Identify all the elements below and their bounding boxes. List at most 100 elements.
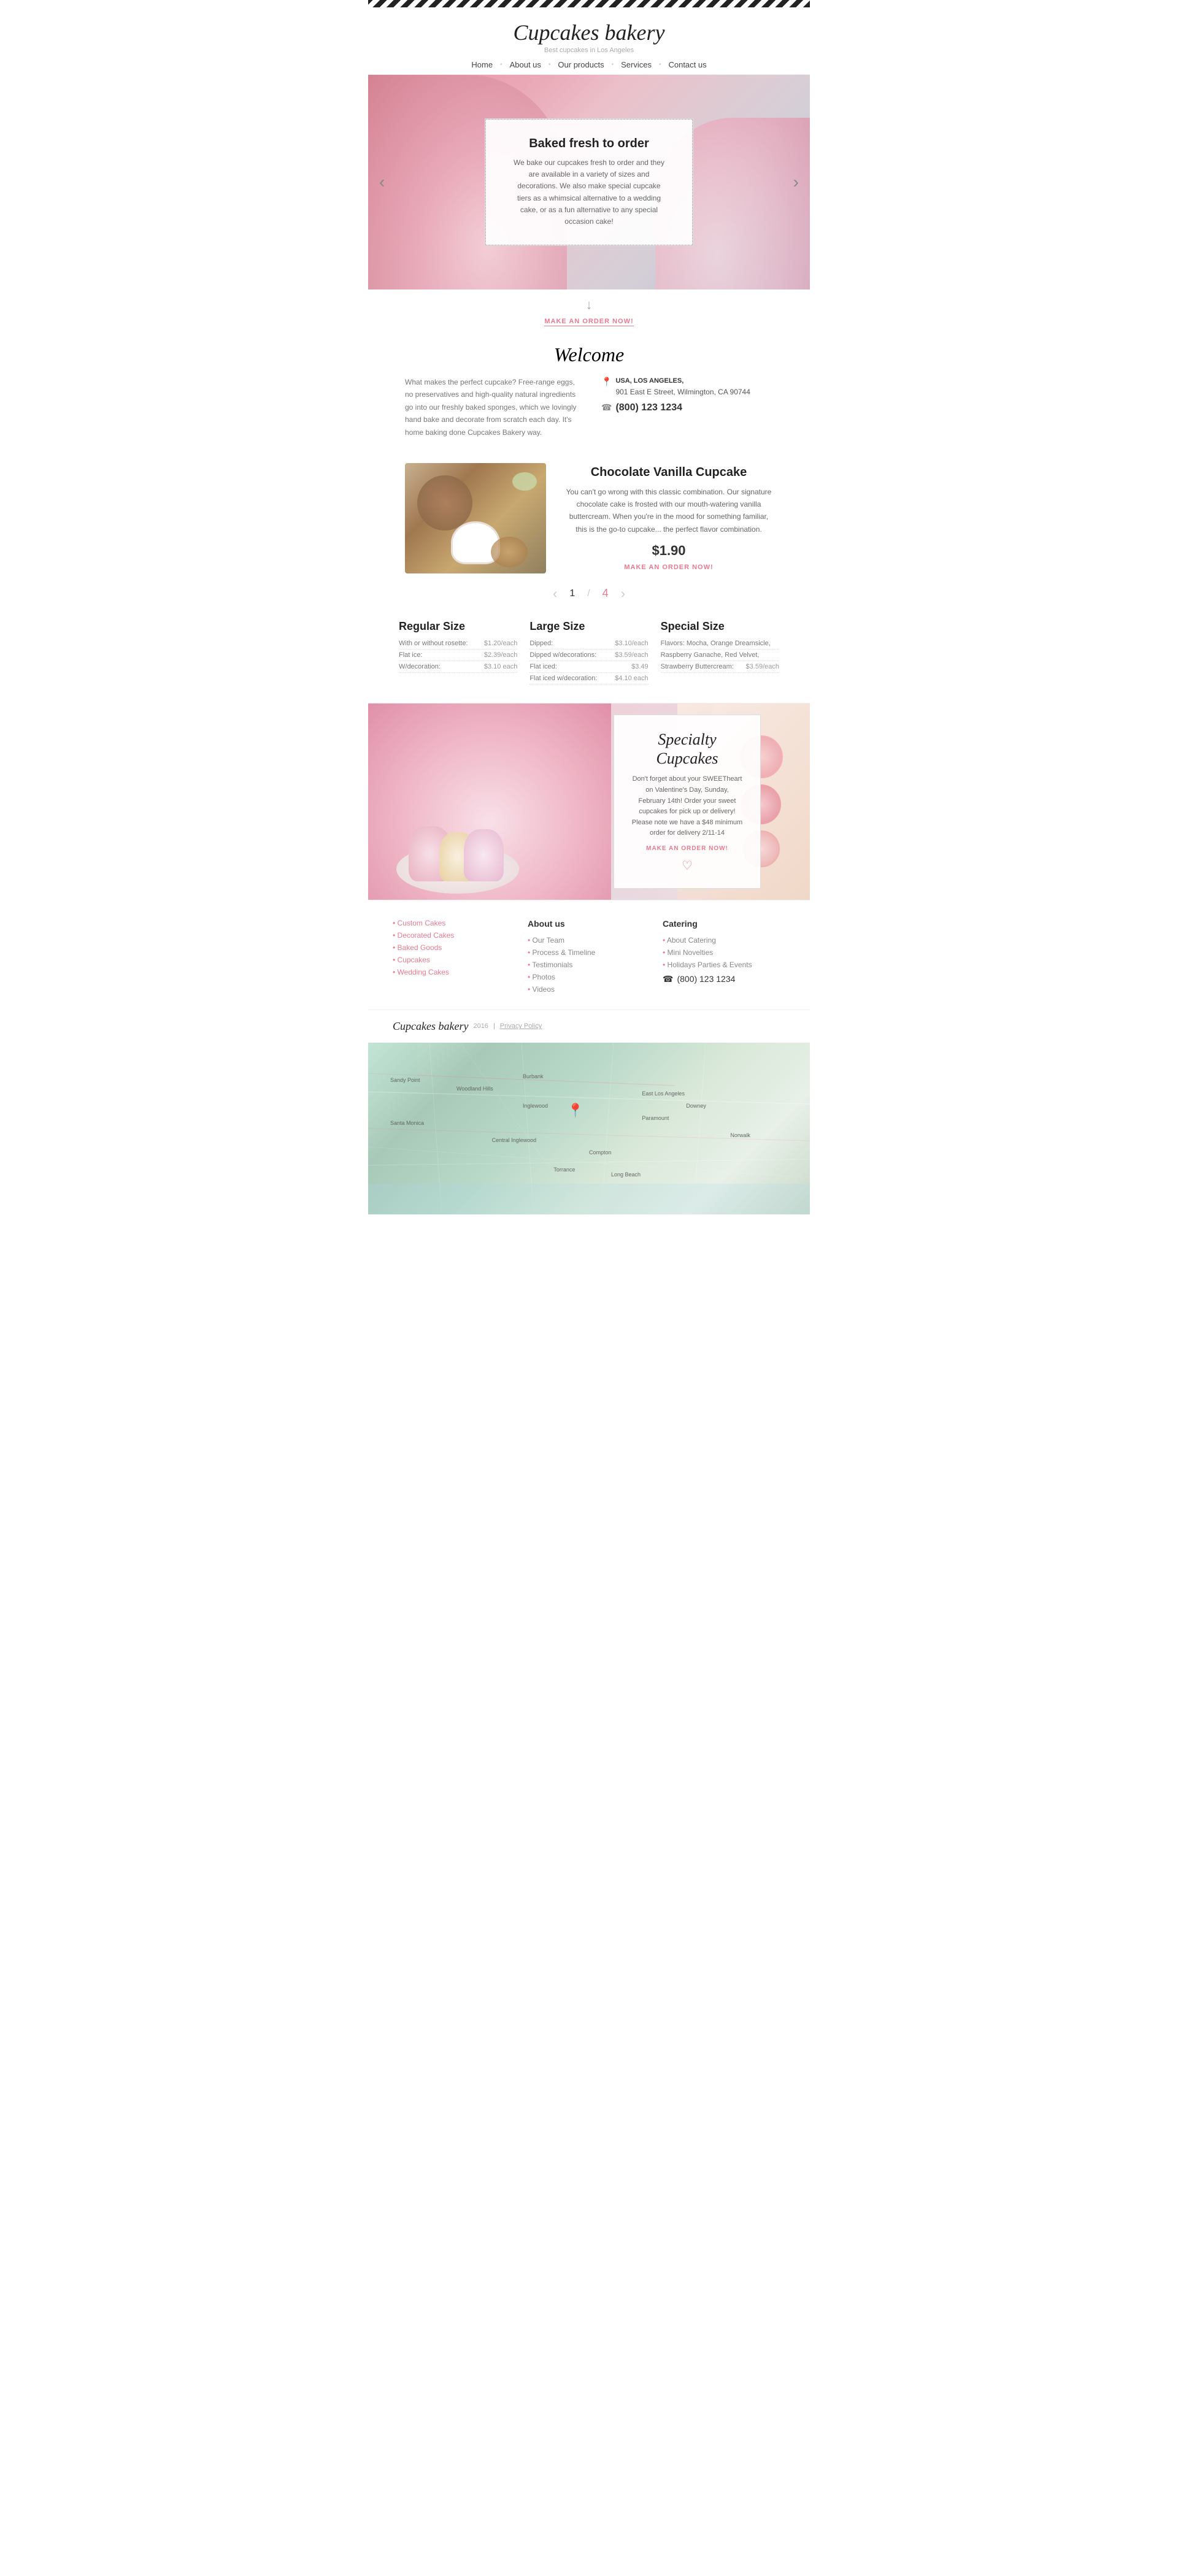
footer-about-catering[interactable]: About Catering [663,936,785,945]
footer-privacy-link[interactable]: Privacy Policy [500,1022,542,1030]
special-size-title: Special Size [661,620,779,633]
footer-custom-cakes[interactable]: Custom Cakes [393,919,515,927]
heart-icon: ♡ [631,858,743,873]
map-label-east-la: East Los Angeles [642,1091,685,1097]
pagination-separator: / [587,588,590,599]
large-size-title: Large Size [529,620,648,633]
main-nav: Home • About us • Our products • Service… [368,60,810,69]
size-item: Dipped: $3.10/each [529,638,648,650]
map-label-santa-monica: Santa Monica [390,1120,424,1126]
map-label-paramount: Paramount [642,1115,669,1121]
nav-dot-4: • [659,61,661,68]
nav-dot-2: • [549,61,551,68]
map-pin: 📍 [567,1103,583,1119]
footer-testimonials[interactable]: Testimonials [528,960,650,969]
nav-services[interactable]: Services [616,60,656,69]
pagination-current: 1 [569,588,575,599]
map-label-burbank: Burbank [523,1073,544,1079]
product-description: You can't go wrong with this classic com… [564,486,773,536]
top-stripe [368,0,810,7]
footer-about-title: About us [528,919,650,929]
size-item: With or without rosette: $1.20/each [399,638,517,650]
map-section: 📍 Santa Monica Central Inglewood Inglewo… [368,1043,810,1214]
address-street: 901 East E Street, Wilmington, CA 90744 [615,386,750,397]
product-pagination: ‹ 1 / 4 › [368,580,810,614]
footer-cupcakes[interactable]: Cupcakes [393,956,515,964]
map-label-norwalk: Norwalk [730,1132,750,1138]
nav-contact[interactable]: Contact us [663,60,711,69]
hero-next-arrow[interactable]: › [788,167,804,197]
nav-dot-3: • [612,61,614,68]
specialty-section: SpecialtyCupcakes Don't forget about you… [368,703,810,900]
product-price: $1.90 [564,543,773,559]
map-label-compton: Compton [589,1149,612,1156]
site-title: Cupcakes bakery [368,20,810,45]
large-size-col: Large Size Dipped: $3.10/each Dipped w/d… [523,620,654,684]
product-image [405,463,546,573]
nav-about[interactable]: About us [505,60,546,69]
phone-icon: ☎ [601,402,612,413]
footer-baked-goods[interactable]: Baked Goods [393,943,515,952]
footer-phone-number: (800) 123 1234 [677,974,735,984]
hero-section: ‹ Baked fresh to order We bake our cupca… [368,75,810,289]
specialty-content-box: SpecialtyCupcakes Don't forget about you… [614,715,761,889]
pagination-prev[interactable]: ‹ [553,586,557,602]
product-title: Chocolate Vanilla Cupcake [564,466,773,480]
footer-wedding-cakes[interactable]: Wedding Cakes [393,968,515,976]
hero-bottom-arrow: ↓ [368,289,810,315]
footer-year: 2016 [473,1022,488,1030]
footer-separator: | [493,1022,495,1030]
welcome-text: What makes the perfect cupcake? Free-ran… [405,376,577,439]
size-item: Dipped w/decorations: $3.59/each [529,650,648,661]
footer-process-timeline[interactable]: Process & Timeline [528,948,650,957]
footer-photos[interactable]: Photos [528,973,650,981]
specialty-order-link[interactable]: MAKE AN ORDER NOW! [631,845,743,852]
map-label-long-beach: Long Beach [611,1171,641,1178]
hero-prev-arrow[interactable]: ‹ [374,167,390,197]
footer-mini-novelties[interactable]: Mini Novelties [663,948,785,957]
footer-our-team[interactable]: Our Team [528,936,650,945]
hero-title: Baked fresh to order [510,137,668,151]
size-item: W/decoration: $3.10 each [399,661,517,673]
size-item: Flat iced w/decoration: $4.10 each [529,673,648,684]
site-header: Cupcakes bakery Best cupcakes in Los Ang… [368,7,810,75]
footer-videos[interactable]: Videos [528,985,650,994]
map-label-downey: Downey [686,1103,706,1109]
make-order-hero[interactable]: MAKE AN ORDER NOW! [368,315,810,337]
specialty-description: Don't forget about your SWEETheart on Va… [631,774,743,839]
footer-phone-icon: ☎ [663,974,673,984]
nav-dot-1: • [500,61,502,68]
footer-decorated-cakes[interactable]: Decorated Cakes [393,931,515,940]
footer-col-links: Custom Cakes Decorated Cakes Baked Goods… [393,919,515,997]
footer-col-about: About us Our Team Process & Timeline Tes… [528,919,650,997]
welcome-contact: 📍 USA, LOS ANGELES, 901 East E Street, W… [601,376,773,439]
footer-catering-title: Catering [663,919,785,929]
size-item: Flat ice: $2.39/each [399,650,517,661]
special-size-col: Special Size Flavors: Mocha, Orange Drea… [655,620,785,684]
size-item: Flat iced: $3.49 [529,661,648,673]
address-city: USA, LOS ANGELES, [615,376,750,386]
map-label-north: Sandy Point [390,1077,420,1083]
map-label-woodland: Woodland Hills [456,1086,493,1092]
welcome-phone: (800) 123 1234 [615,402,682,413]
product-info: Chocolate Vanilla Cupcake You can't go w… [564,466,773,572]
product-slide-section: Chocolate Vanilla Cupcake You can't go w… [368,451,810,580]
sizes-section: Regular Size With or without rosette: $1… [368,614,810,703]
size-item: Raspberry Ganache, Red Velvet, [661,650,779,661]
map-label-torrance: Torrance [553,1167,575,1173]
welcome-section: Welcome What makes the perfect cupcake? … [368,337,810,451]
regular-size-title: Regular Size [399,620,517,633]
nav-home[interactable]: Home [466,60,498,69]
size-item: Strawberry Buttercream: $3.59/each [661,661,779,673]
pagination-next[interactable]: › [621,586,625,602]
product-order-link[interactable]: MAKE AN ORDER NOW! [564,564,773,571]
footer-holidays-events[interactable]: Holidays Parties & Events [663,960,785,969]
footer-col-catering: Catering About Catering Mini Novelties H… [663,919,785,997]
regular-size-col: Regular Size With or without rosette: $1… [393,620,523,684]
welcome-title: Welcome [405,343,773,366]
size-item: Flavors: Mocha, Orange Dreamsicle, [661,638,779,650]
footer-brand: Cupcakes bakery [393,1020,468,1033]
site-subtitle: Best cupcakes in Los Angeles [368,47,810,54]
hero-content-box: Baked fresh to order We bake our cupcake… [485,118,693,246]
nav-products[interactable]: Our products [553,60,609,69]
